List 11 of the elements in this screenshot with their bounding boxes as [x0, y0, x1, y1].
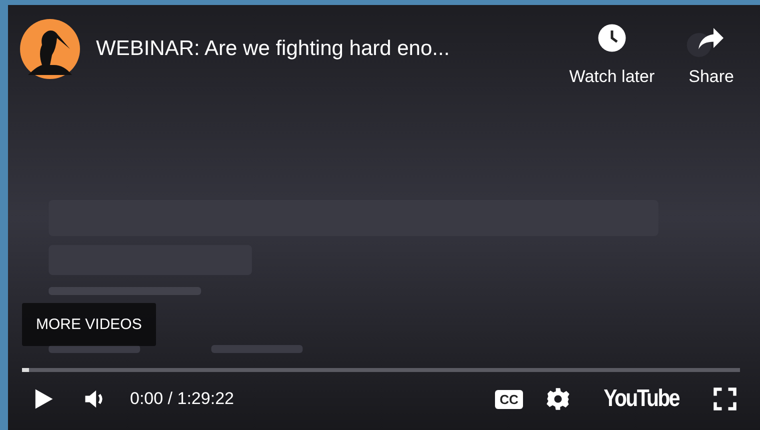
bird-avatar-icon[interactable] — [20, 19, 80, 79]
time-display: 0:00 / 1:29:22 — [130, 389, 234, 409]
fullscreen-icon[interactable] — [712, 386, 738, 412]
clock-icon — [596, 23, 627, 53]
more-videos-button[interactable]: MORE VIDEOS — [22, 303, 156, 346]
captions-button[interactable]: CC — [494, 390, 524, 408]
video-title[interactable]: WEBINAR: Are we fighting hard eno... — [96, 37, 450, 61]
youtube-logo[interactable]: YouTube — [604, 385, 680, 413]
settings-icon[interactable] — [545, 386, 572, 412]
action-button[interactable]: Watch later — [569, 19, 655, 91]
action-button[interactable]: Share — [688, 19, 734, 91]
